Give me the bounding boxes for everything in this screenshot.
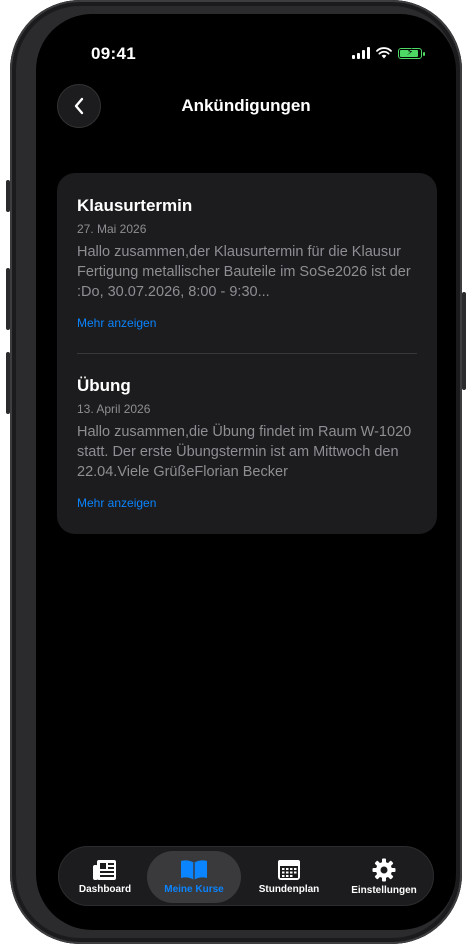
tab-einstellungen[interactable]: Einstellungen (339, 851, 429, 903)
power-button (462, 292, 466, 390)
gear-icon (372, 858, 396, 882)
tab-bar: Dashboard Meine Kurse Stundenplan Einste… (58, 846, 434, 906)
status-icons: ⚡ (352, 47, 425, 59)
tab-label: Stundenplan (258, 884, 320, 895)
page-title: Ankündigungen (181, 96, 311, 115)
signal-icon (352, 47, 370, 59)
newspaper-icon (93, 860, 116, 880)
calendar-icon (278, 860, 300, 880)
divider (77, 353, 417, 354)
tab-stundenplan[interactable]: Stundenplan (245, 851, 333, 903)
tab-label: Einstellungen (351, 885, 417, 896)
screen: 09:41 ⚡ Ankündigungen Klausurtermin 27. … (36, 14, 456, 930)
announcement-title: Übung (77, 376, 131, 395)
announcement-date: 27. Mai 2026 (77, 222, 147, 236)
announcement-date: 13. April 2026 (77, 402, 151, 416)
tab-label: Dashboard (78, 884, 132, 895)
status-time: 09:41 (91, 44, 136, 63)
announcement-body: Hallo zusammen,der Klausurtermin für die… (77, 244, 411, 300)
wifi-icon (376, 47, 392, 59)
book-icon (181, 860, 207, 880)
show-more-link[interactable]: Mehr anzeigen (77, 316, 156, 330)
tab-meine-kurse[interactable]: Meine Kurse (147, 851, 241, 903)
announcement-item: Klausurtermin 27. Mai 2026 Hallo zusamme… (77, 196, 417, 332)
announcement-item: Übung 13. April 2026 Hallo zusammen,die … (77, 376, 417, 512)
tab-dashboard[interactable]: Dashboard (65, 851, 145, 903)
phone-frame: 09:41 ⚡ Ankündigungen Klausurtermin 27. … (10, 0, 462, 944)
announcement-title: Klausurtermin (77, 196, 193, 215)
announcements-card: Klausurtermin 27. Mai 2026 Hallo zusamme… (57, 173, 437, 534)
tab-label: Meine Kurse (164, 884, 224, 895)
announcement-body: Hallo zusammen,die Übung findet im Raum … (77, 424, 412, 480)
battery-charging-icon: ⚡ (398, 47, 425, 59)
show-more-link[interactable]: Mehr anzeigen (77, 496, 156, 510)
